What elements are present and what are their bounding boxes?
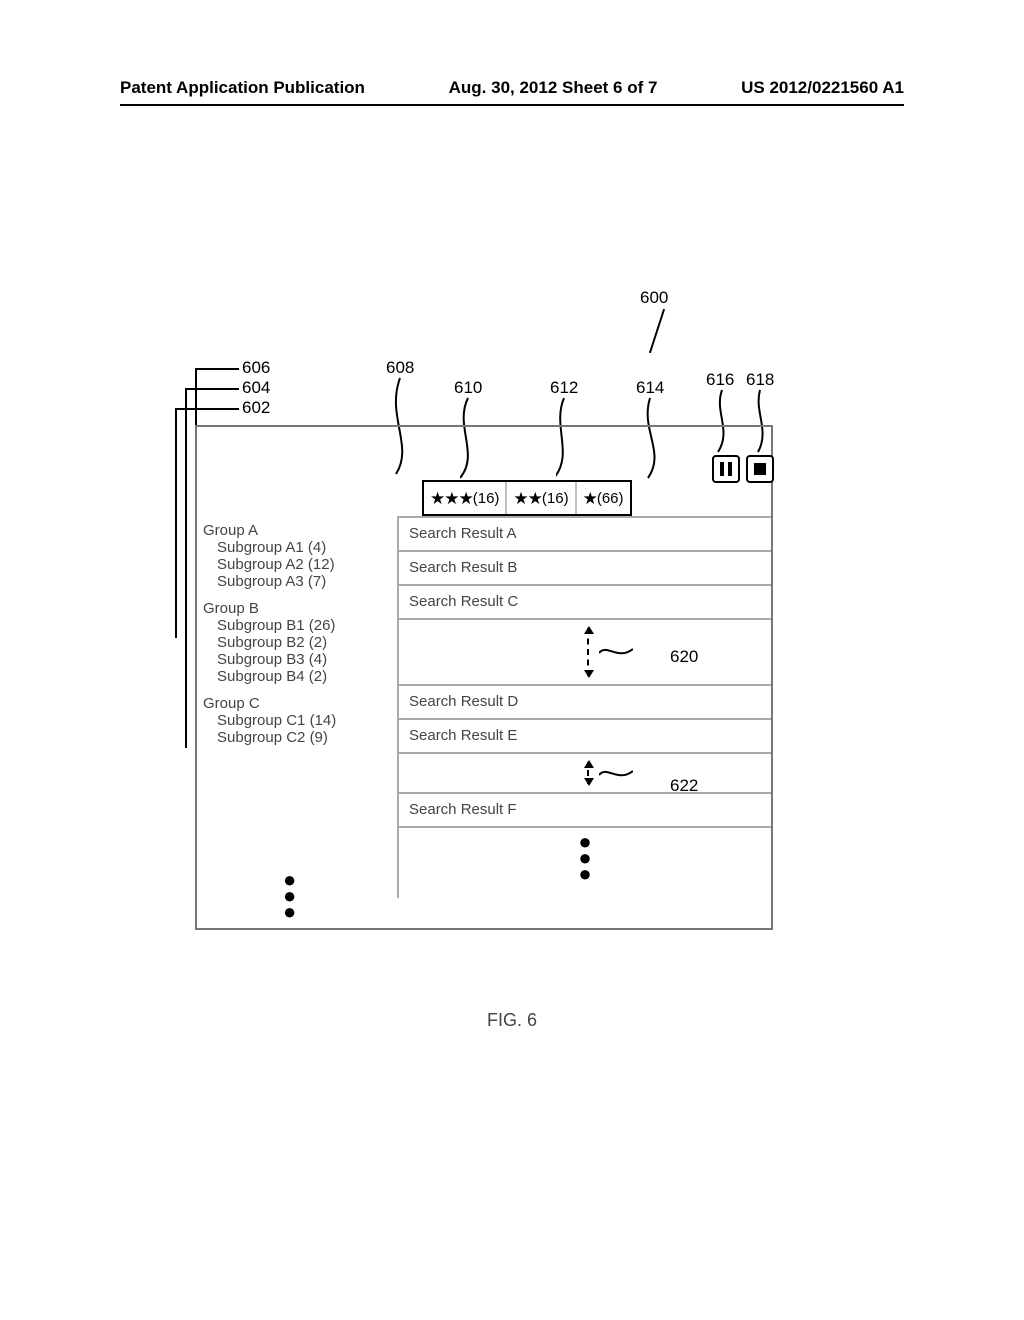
header-right: US 2012/0221560 A1 [741,78,904,98]
tab-count: (16) [473,490,500,507]
resize-arrow-icon [587,628,589,676]
subgroup-item[interactable]: Subgroup C2 (9) [203,729,383,746]
resize-arrow-icon [587,762,589,784]
ellipsis-icon: ●●● [399,828,771,898]
stop-icon [754,463,766,475]
header-center: Aug. 30, 2012 Sheet 6 of 7 [449,78,658,98]
leader-line [185,388,187,748]
subgroup-item[interactable]: Subgroup A3 (7) [203,573,383,590]
pause-button[interactable] [712,455,740,483]
refnum-604: 604 [242,378,270,398]
subgroup-item[interactable]: Subgroup B2 (2) [203,634,383,651]
tab-three-star[interactable]: ★★★ (16) [424,482,507,514]
search-result-a[interactable]: Search Result A [399,518,771,552]
search-result-f[interactable]: Search Result F [399,794,771,828]
leader-line [185,388,239,390]
star-icon: ★ [583,490,597,507]
leader-line [195,368,239,370]
refnum-614: 614 [636,378,664,398]
groups-sidebar: Group A Subgroup A1 (4) Subgroup A2 (12)… [203,522,383,756]
page-header: Patent Application Publication Aug. 30, … [120,78,904,106]
search-result-e[interactable]: Search Result E [399,720,771,754]
group-c[interactable]: Group C Subgroup C1 (14) Subgroup C2 (9) [203,695,383,746]
refnum-616: 616 [706,370,734,390]
group-label: Group A [203,522,383,539]
results-pane: Search Result A Search Result B Search R… [397,516,771,898]
search-result-d[interactable]: Search Result D [399,686,771,720]
ui-window: ★★★ (16) ★★ (16) ★ (66) Group A Subgroup… [195,425,773,930]
subgroup-item[interactable]: Subgroup C1 (14) [203,712,383,729]
stop-button[interactable] [746,455,774,483]
refnum-602: 602 [242,398,270,418]
subgroup-item[interactable]: Subgroup A1 (4) [203,539,383,556]
subgroup-item[interactable]: Subgroup B3 (4) [203,651,383,668]
ellipsis-icon: ●●● [283,872,296,920]
refnum-600: 600 [640,288,668,308]
subgroup-item[interactable]: Subgroup A2 (12) [203,556,383,573]
figure-caption: FIG. 6 [0,1010,1024,1031]
refnum-610: 610 [454,378,482,398]
leader-line [175,408,177,638]
tab-two-star[interactable]: ★★ (16) [507,482,576,514]
tab-count: (66) [597,490,624,507]
leader-line [649,309,665,353]
tab-count: (16) [542,490,569,507]
subgroup-item[interactable]: Subgroup B1 (26) [203,617,383,634]
group-a[interactable]: Group A Subgroup A1 (4) Subgroup A2 (12)… [203,522,383,590]
tilde-icon [599,644,633,656]
group-label: Group C [203,695,383,712]
resize-spacer[interactable] [399,620,771,686]
rating-tabs: ★★★ (16) ★★ (16) ★ (66) [422,480,632,516]
star-icon: ★★ [513,490,541,507]
pause-icon [720,462,732,476]
refnum-606: 606 [242,358,270,378]
group-label: Group B [203,600,383,617]
header-left: Patent Application Publication [120,78,365,98]
search-result-c[interactable]: Search Result C [399,586,771,620]
star-icon: ★★★ [430,490,473,507]
tilde-icon [599,766,633,778]
resize-spacer[interactable] [399,754,771,794]
search-result-b[interactable]: Search Result B [399,552,771,586]
refnum-618: 618 [746,370,774,390]
refnum-608: 608 [386,358,414,378]
subgroup-item[interactable]: Subgroup B4 (2) [203,668,383,685]
tab-one-star[interactable]: ★ (66) [577,482,630,514]
group-b[interactable]: Group B Subgroup B1 (26) Subgroup B2 (2)… [203,600,383,685]
refnum-612: 612 [550,378,578,398]
